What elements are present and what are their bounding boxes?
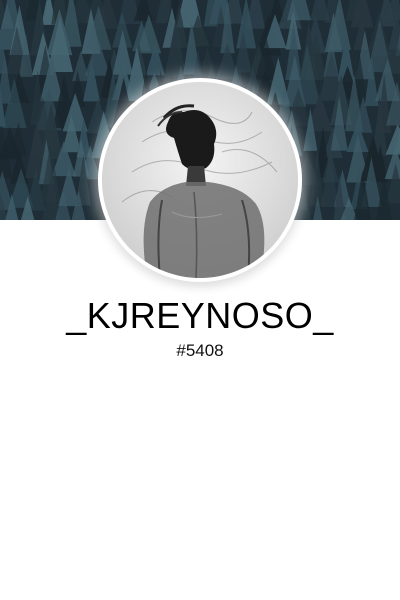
username: _KJREYNOSO_ xyxy=(66,295,334,336)
avatar-frame[interactable] xyxy=(98,78,302,282)
profile-card: _KJREYNOSO_ #5408 xyxy=(0,0,400,600)
user-discriminator: #5408 xyxy=(176,341,224,360)
silhouette-avatar-icon xyxy=(102,82,298,278)
avatar[interactable] xyxy=(102,82,298,278)
